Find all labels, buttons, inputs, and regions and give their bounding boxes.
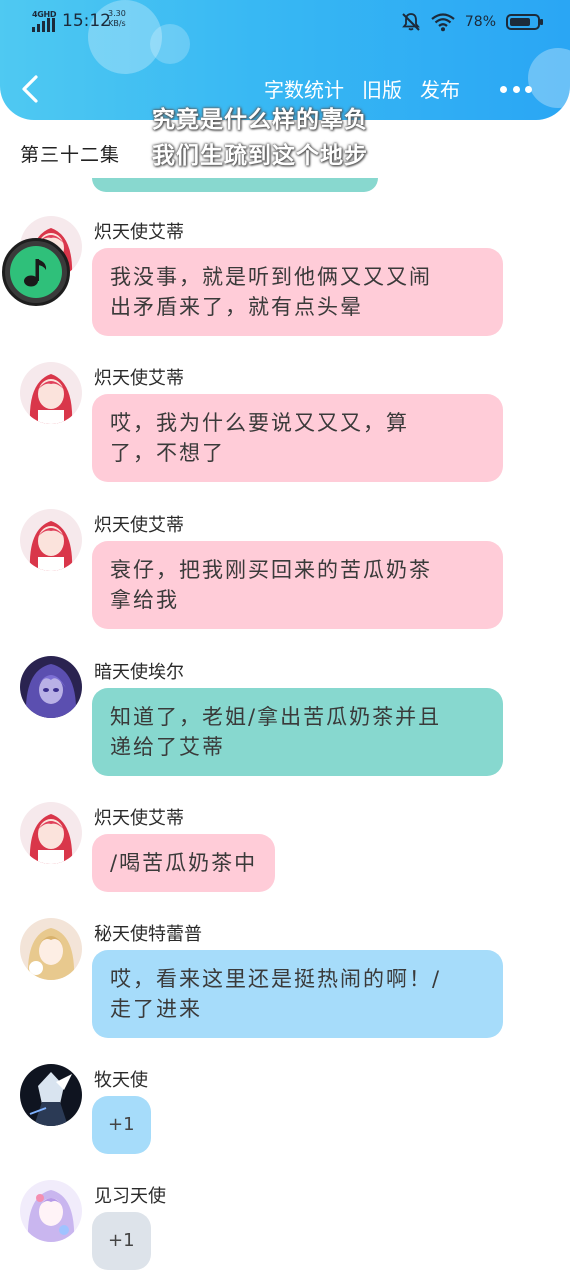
avatar[interactable] — [20, 509, 82, 571]
message-text-line: 哎，看来这里还是挺热闹的啊！/ — [110, 967, 442, 991]
avatar[interactable] — [20, 362, 82, 424]
lyric-line-2: 我们生疏到这个地步 — [152, 143, 368, 169]
sender-name: 炽天使艾蒂 — [94, 808, 184, 829]
sender-name: 见习天使 — [94, 1186, 166, 1207]
bell-off-icon — [402, 13, 420, 31]
previous-message-bubble[interactable] — [92, 178, 378, 192]
avatar[interactable] — [20, 656, 82, 718]
wifi-icon — [431, 13, 455, 32]
battery-percent: 78% — [464, 14, 496, 30]
message-bubble[interactable]: 衰仔，把我刚买回来的苦瓜奶茶 拿给我 — [92, 541, 503, 629]
message-text-line: +1 — [108, 1230, 135, 1251]
message-bubble[interactable]: /喝苦瓜奶茶中 — [92, 834, 276, 892]
message-text-line: 我没事，就是听到他俩又又又闹 — [110, 265, 432, 289]
message-text-line: 出矛盾来了，就有点头晕 — [110, 295, 363, 319]
battery-icon — [506, 14, 543, 30]
lyric-line-1: 究竟是什么样的辜负 — [152, 107, 368, 133]
word-count-button[interactable]: 字数统计 — [264, 74, 344, 103]
sender-name: 炽天使艾蒂 — [94, 222, 184, 243]
music-player-button[interactable] — [2, 238, 70, 306]
avatar[interactable] — [20, 1180, 82, 1242]
cellular-signal-icon: 4GHD — [32, 10, 58, 34]
music-disc — [10, 246, 62, 298]
old-version-button[interactable]: 旧版 — [362, 74, 402, 103]
sender-name: 炽天使艾蒂 — [94, 368, 184, 389]
message-text-line: 衰仔，把我刚买回来的苦瓜奶茶 — [110, 558, 432, 582]
back-button[interactable] — [16, 72, 46, 106]
avatar[interactable] — [20, 1064, 82, 1126]
sender-name: 暗天使埃尔 — [94, 662, 184, 683]
message-text-line: 递给了艾蒂 — [110, 735, 225, 759]
message-text-line: 拿给我 — [110, 588, 179, 612]
network-speed-value: 3.30 — [108, 9, 126, 18]
message-text-line: +1 — [108, 1114, 135, 1135]
message-text-line: 了，不想了 — [110, 441, 225, 465]
message-bubble[interactable]: +1 — [92, 1212, 151, 1270]
sender-name: 秘天使特蕾普 — [94, 924, 202, 945]
status-icons: 78% — [401, 10, 543, 34]
more-dots-icon[interactable] — [500, 82, 532, 96]
message-bubble[interactable]: 哎，看来这里还是挺热闹的啊！/ 走了进来 — [92, 950, 503, 1038]
message-bubble[interactable]: 哎，我为什么要说又又又，算 了，不想了 — [92, 394, 503, 482]
message-bubble[interactable]: +1 — [92, 1096, 151, 1154]
status-bar: 4GHD 15:12 3.30 KB/s 78% — [0, 0, 570, 44]
message-bubble[interactable]: 知道了，老姐/拿出苦瓜奶茶并且 递给了艾蒂 — [92, 688, 503, 776]
message-text-line: 知道了，老姐/拿出苦瓜奶茶并且 — [110, 705, 442, 729]
network-speed: 3.30 KB/s — [108, 9, 126, 29]
battery-fill — [510, 18, 531, 26]
message-text-line: /喝苦瓜奶茶中 — [110, 851, 258, 875]
chevron-left-icon — [22, 75, 38, 103]
music-note-icon — [24, 259, 47, 287]
episode-title: 第三十二集 — [20, 144, 121, 166]
avatar[interactable] — [20, 918, 82, 980]
decorative-bubble — [528, 48, 570, 108]
message-text-line: 走了进来 — [110, 997, 202, 1021]
message-text-line: 哎，我为什么要说又又又，算 — [110, 411, 409, 435]
clock-time: 15:12 — [62, 11, 111, 31]
avatar[interactable] — [20, 802, 82, 864]
publish-button[interactable]: 发布 — [420, 74, 460, 103]
header-actions: 字数统计 旧版 发布 — [264, 74, 460, 103]
sender-name: 炽天使艾蒂 — [94, 515, 184, 536]
message-bubble[interactable]: 我没事，就是听到他俩又又又闹 出矛盾来了，就有点头晕 — [92, 248, 503, 336]
network-speed-unit: KB/s — [108, 19, 126, 28]
sender-name: 牧天使 — [94, 1070, 148, 1091]
